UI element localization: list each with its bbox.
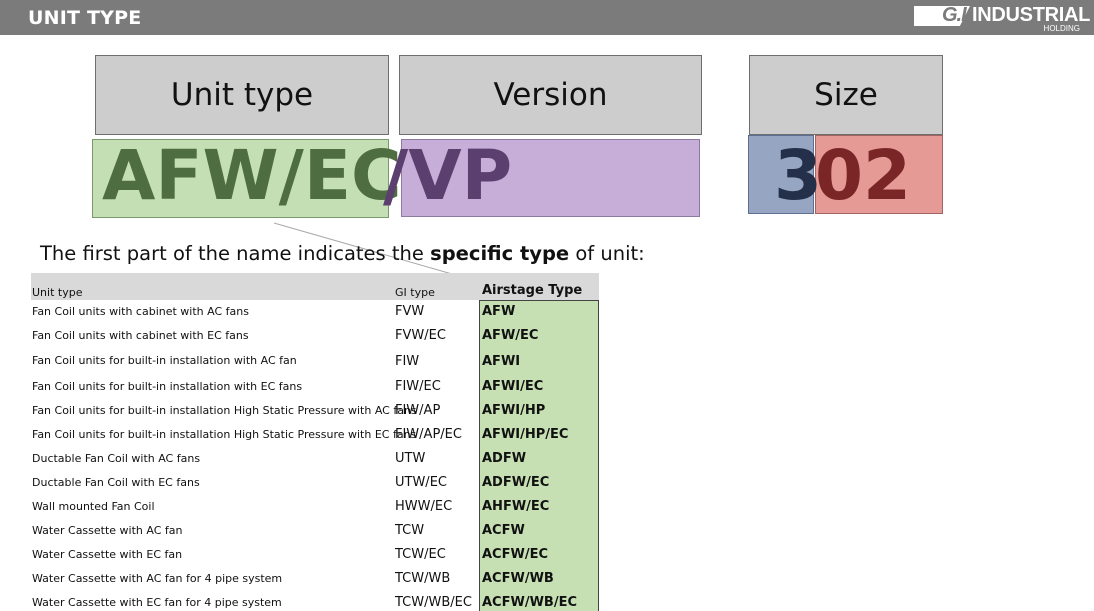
size-label: Size: [814, 77, 878, 113]
version-code: /VP: [383, 136, 513, 216]
version-label: Version: [493, 77, 608, 113]
gi-type-cell: TCW/EC: [395, 547, 446, 562]
unit-type-cell: Fan Coil units with cabinet with EC fans: [32, 329, 249, 342]
intro-after: of unit:: [569, 242, 645, 265]
unit-type-header: Unit type: [95, 55, 389, 135]
airstage-type-cell: ACFW: [482, 523, 525, 538]
airstage-type-cell: AFW/EC: [482, 328, 539, 343]
unit-type-cell: Fan Coil units for built-in installation…: [32, 354, 297, 367]
airstage-type-cell: AFWI/EC: [482, 379, 544, 394]
unit-code: AFW/EC: [102, 136, 402, 216]
unit-type-cell: Ductable Fan Coil with EC fans: [32, 476, 200, 489]
unit-type-cell: Wall mounted Fan Coil: [32, 500, 155, 513]
header-unit-type: Unit type: [32, 286, 83, 299]
gi-type-cell: TCW: [395, 523, 425, 538]
airstage-type-cell: AFWI/HP: [482, 403, 546, 418]
size-rest-digits: 02: [815, 136, 912, 216]
airstage-type-cell: AFWI/HP/EC: [482, 427, 569, 442]
airstage-type-cell: AHFW/EC: [482, 499, 550, 514]
intro-bold: specific type: [430, 242, 570, 265]
gi-type-cell: HWW/EC: [395, 499, 453, 514]
title-bar: UNIT TYPE G.I. INDUSTRIAL HOLDING: [0, 0, 1094, 35]
logo-mark: G.I.: [942, 4, 971, 26]
airstage-type-cell: ACFW/WB: [482, 571, 554, 586]
unit-type-cell: Fan Coil units with cabinet with AC fans: [32, 305, 249, 318]
size-header: Size: [749, 55, 943, 135]
gi-type-cell: FVW/EC: [395, 328, 446, 343]
header-airstage-type: Airstage Type: [482, 283, 583, 298]
unit-type-cell: Water Cassette with EC fan for 4 pipe sy…: [32, 596, 282, 609]
gi-type-cell: FIW/EC: [395, 379, 441, 394]
gi-type-cell: FIW/AP/EC: [395, 427, 462, 442]
gi-type-cell: UTW/EC: [395, 475, 447, 490]
gi-type-cell: UTW: [395, 451, 426, 466]
gi-type-cell: FIW: [395, 354, 420, 369]
gi-type-cell: FVW: [395, 304, 425, 319]
airstage-type-cell: AFW: [482, 304, 516, 319]
unit-type-cell: Water Cassette with AC fan for 4 pipe sy…: [32, 572, 283, 585]
unit-type-cell: Water Cassette with AC fan: [32, 524, 183, 537]
intro-text: The first part of the name indicates the…: [40, 242, 645, 265]
airstage-type-cell: ACFW/WB/EC: [482, 595, 577, 610]
gi-type-cell: FIW/AP: [395, 403, 441, 418]
airstage-type-cell: ADFW: [482, 451, 527, 466]
header-gi-type: GI type: [395, 286, 435, 299]
airstage-type-cell: ADFW/EC: [482, 475, 550, 490]
unit-type-cell: Ductable Fan Coil with AC fans: [32, 452, 201, 465]
unit-type-label: Unit type: [170, 77, 314, 113]
unit-type-cell: Fan Coil units for built-in installation…: [32, 428, 417, 441]
airstage-type-cell: ACFW/EC: [482, 547, 548, 562]
unit-type-cell: Water Cassette with EC fan: [32, 548, 183, 561]
unit-type-cell: Fan Coil units for built-in installation…: [32, 380, 303, 393]
version-header: Version: [399, 55, 702, 135]
gi-type-cell: TCW/WB: [395, 571, 451, 586]
intro-before: The first part of the name indicates the: [40, 242, 431, 265]
airstage-type-cell: AFWI: [482, 354, 521, 369]
company-logo: G.I. INDUSTRIAL HOLDING: [914, 4, 1090, 33]
gi-type-cell: TCW/WB/EC: [395, 595, 472, 610]
unit-type-cell: Fan Coil units for built-in installation…: [32, 404, 417, 417]
logo-subtitle: HOLDING: [1043, 24, 1080, 33]
page-title: UNIT TYPE: [28, 7, 142, 29]
